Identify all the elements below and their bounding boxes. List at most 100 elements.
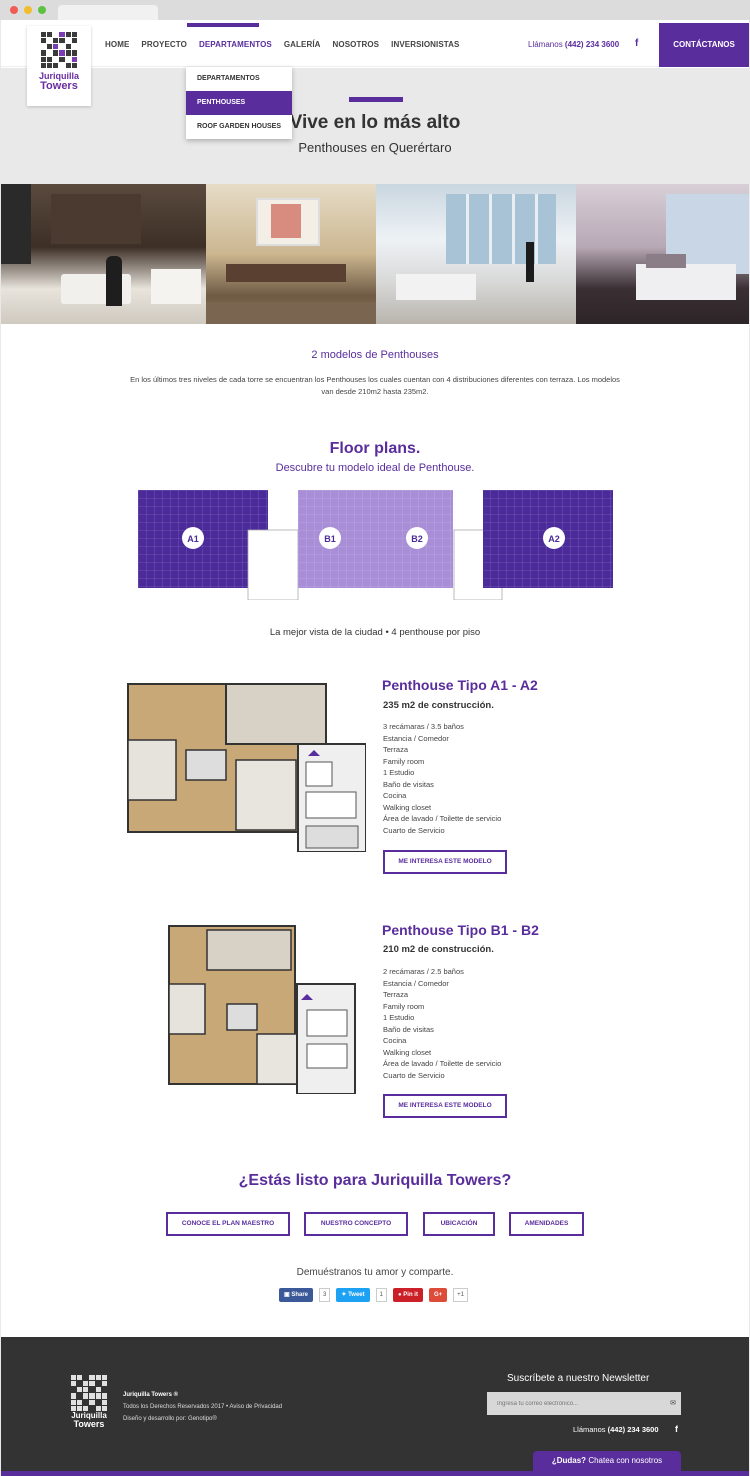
nav-active-indicator	[187, 23, 259, 27]
twitter-tweet-button[interactable]: ✦ Tweet	[336, 1288, 370, 1302]
header-phone[interactable]: Llámanos (442) 234 3600	[528, 40, 619, 49]
model-a-floorplan-image	[126, 680, 366, 852]
chat-button[interactable]: ¿Dudas? Chatea con nosotros	[533, 1451, 681, 1471]
facebook-share-count: 3	[319, 1288, 331, 1302]
departamentos-dropdown: DEPARTAMENTOS PENTHOUSES ROOF GARDEN HOU…	[186, 67, 292, 139]
footer-rights[interactable]: Todos los Derechos Reservados 2017 • Avi…	[123, 1404, 282, 1410]
floorplans-tagline: La mejor vista de la ciudad • 4 penthous…	[269, 627, 481, 638]
model-a-size: 235 m2 de construcción.	[383, 700, 494, 711]
minimize-window-icon[interactable]	[24, 6, 32, 14]
close-window-icon[interactable]	[10, 6, 18, 14]
contact-button[interactable]: CONTÁCTANOS	[659, 23, 749, 67]
footer-phone-number: (442) 234 3600	[607, 1425, 659, 1434]
dropdown-item-departamentos[interactable]: DEPARTAMENTOS	[186, 67, 292, 91]
floor-plan-diagram: A1 B1 B2 A2	[138, 490, 613, 600]
site-header: Juriquilla Towers HOME PROYECTO DEPARTAM…	[1, 20, 749, 106]
google-plus-button[interactable]: G+	[428, 1288, 448, 1302]
footer-brand: Juriquilla Towers ®	[123, 1392, 178, 1398]
list-item: Estancia / Comedor	[383, 978, 449, 988]
footer-phone-prefix: Llámanos	[573, 1425, 606, 1434]
list-item: 1 Estudio	[383, 1013, 415, 1022]
pinterest-pin-label: Pin it	[403, 1292, 418, 1298]
hero-accent-bar	[349, 97, 403, 102]
plan-maestro-button[interactable]: CONOCE EL PLAN MAESTRO	[166, 1212, 290, 1236]
list-item: Family room	[383, 756, 425, 766]
newsletter-email-input[interactable]	[487, 1392, 665, 1415]
list-item: Área de lavado / Toilette de servicio	[383, 814, 502, 823]
list-item: Walking closet	[383, 802, 432, 812]
hero-title: Vive en lo más alto	[289, 112, 461, 133]
living-room-photo	[1, 184, 206, 324]
list-item: 3 recámaras / 3.5 baños	[383, 722, 464, 731]
model-b-floorplan-image	[167, 924, 357, 1094]
list-item: Baño de visitas	[383, 1024, 434, 1034]
footer-logo[interactable]: Juriquilla Towers	[69, 1375, 109, 1429]
list-item: Cocina	[383, 1036, 407, 1045]
model-b-features: 2 recámaras / 2.5 baños Estancia / Comed…	[383, 966, 501, 1081]
list-item: 1 Estudio	[383, 768, 415, 777]
chat-bold-text: ¿Dudas?	[551, 1456, 587, 1465]
nav-departamentos[interactable]: DEPARTAMENTOS	[199, 40, 272, 49]
logo-text-line2: Towers	[40, 80, 78, 92]
chat-text: Chatea con nosotros	[588, 1456, 663, 1465]
footer-credits[interactable]: Diseño y desarrollo por: Genotipo®	[123, 1416, 217, 1422]
nav-galeria[interactable]: GALERÍA	[284, 40, 321, 49]
main-nav: HOME PROYECTO DEPARTAMENTOS GALERÍA NOSO…	[105, 40, 460, 49]
twitter-tweet-label: Tweet	[348, 1292, 365, 1298]
cta-title: ¿Estás listo para Juriquilla Towers?	[238, 1172, 512, 1189]
dropdown-item-penthouses[interactable]: PENTHOUSES	[186, 91, 292, 115]
browser-tab[interactable]	[58, 5, 158, 20]
facebook-share-button[interactable]: ▣ Share	[279, 1288, 314, 1302]
terrace-view-photo	[376, 184, 576, 324]
list-item: Estancia / Comedor	[383, 733, 449, 743]
dining-room-photo	[206, 184, 376, 324]
floorplans-title: Floor plans.	[329, 440, 421, 457]
model-a-interest-button[interactable]: ME INTERESA ESTE MODELO	[383, 850, 507, 874]
model-b-interest-button[interactable]: ME INTERESA ESTE MODELO	[383, 1094, 507, 1118]
model-a-features: 3 recámaras / 3.5 baños Estancia / Comed…	[383, 721, 501, 836]
nav-proyecto[interactable]: PROYECTO	[141, 40, 187, 49]
plan-label-a1: A1	[187, 534, 199, 544]
list-item: Cuarto de Servicio	[383, 1070, 445, 1080]
facebook-share-label: Share	[291, 1292, 309, 1298]
ubicacion-button[interactable]: UBICACIÓN	[423, 1212, 495, 1236]
page: Juriquilla Towers HOME PROYECTO DEPARTAM…	[1, 20, 749, 1476]
nav-nosotros[interactable]: NOSOTROS	[333, 40, 380, 49]
dropdown-item-roof-garden[interactable]: ROOF GARDEN HOUSES	[186, 115, 292, 139]
list-item: Walking closet	[383, 1047, 432, 1057]
site-logo[interactable]: Juriquilla Towers	[27, 26, 91, 106]
amenidades-button[interactable]: AMENIDADES	[509, 1212, 584, 1236]
newsletter-title: Suscríbete a nuestro Newsletter	[507, 1373, 650, 1384]
list-item: Baño de visitas	[383, 779, 434, 789]
nav-home[interactable]: HOME	[105, 40, 129, 49]
plan-label-a2: A2	[548, 534, 560, 544]
facebook-icon[interactable]: f	[635, 38, 638, 49]
floorplans-subtitle: Descubre tu modelo ideal de Penthouse.	[275, 462, 475, 474]
list-item: Terraza	[383, 745, 409, 754]
list-item: Cuarto de Servicio	[383, 825, 445, 835]
browser-chrome	[0, 0, 750, 20]
list-item: Área de lavado / Toilette de servicio	[383, 1059, 502, 1068]
maximize-window-icon[interactable]	[38, 6, 46, 14]
list-item: Family room	[383, 1001, 425, 1011]
footer-facebook-icon[interactable]: f	[675, 1424, 678, 1434]
twitter-tweet-count: 1	[375, 1288, 387, 1302]
list-item: 2 recámaras / 2.5 baños	[383, 967, 464, 976]
model-b-size: 210 m2 de construcción.	[383, 944, 494, 955]
chat-bar	[1, 1471, 749, 1476]
qr-logo-icon	[71, 1375, 107, 1411]
hero-section: Vive en lo más alto Penthouses en Querér…	[1, 68, 749, 184]
google-plus-count: +1	[453, 1288, 468, 1302]
footer-phone[interactable]: Llámanos (442) 234 3600	[573, 1425, 659, 1434]
nuestro-concepto-button[interactable]: NUESTRO CONCEPTO	[304, 1212, 408, 1236]
list-item: Terraza	[383, 990, 409, 999]
phone-number: (442) 234 3600	[564, 40, 620, 49]
model-b-title: Penthouse Tipo B1 - B2	[382, 922, 539, 938]
hero-subtitle: Penthouses en Querértaro	[298, 140, 452, 155]
bedroom-photo	[576, 184, 749, 324]
qr-logo-icon	[41, 32, 77, 68]
photo-strip	[1, 184, 749, 324]
nav-inversionistas[interactable]: INVERSIONISTAS	[391, 40, 459, 49]
send-mail-icon[interactable]: ✉	[665, 1392, 681, 1415]
pinterest-pin-button[interactable]: ● Pin it	[392, 1288, 423, 1302]
